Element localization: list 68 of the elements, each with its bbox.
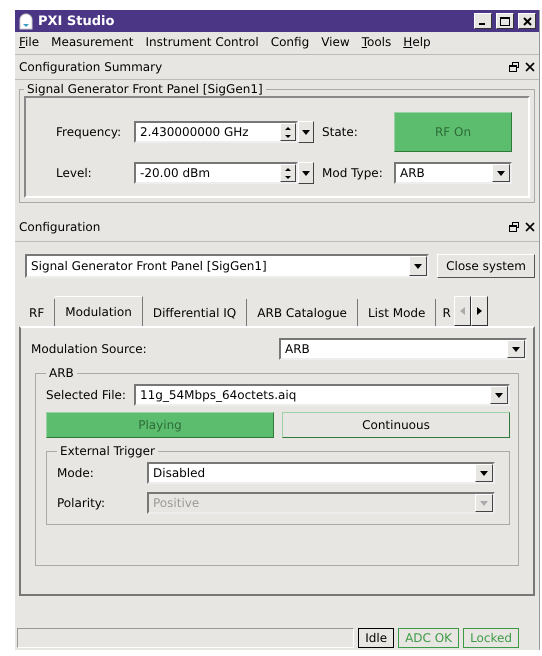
left-arrow-icon <box>460 307 466 315</box>
field-label: Modulation Source: <box>31 342 148 356</box>
scroll-right-button[interactable] <box>471 296 488 326</box>
dropdown-button[interactable] <box>507 340 525 358</box>
dropdown-button[interactable] <box>298 162 314 184</box>
dropdown-field[interactable]: Disabled <box>147 462 495 484</box>
close-icon[interactable] <box>525 222 535 232</box>
group-title: Signal Generator Front Panel [SigGen1] <box>26 82 264 96</box>
maximize-button[interactable] <box>496 13 514 29</box>
field-label: Mode: <box>57 466 95 480</box>
menu-item[interactable]: Help <box>403 35 431 51</box>
up-arrow-icon <box>285 126 291 130</box>
close-icon <box>522 16 532 26</box>
menu-item[interactable]: Tools <box>362 35 392 51</box>
field-label: Frequency: <box>56 125 122 139</box>
status-indicator: ADC OK <box>398 628 460 648</box>
field-label: Mod Type: <box>321 166 384 180</box>
minimize-button[interactable] <box>474 13 492 29</box>
down-arrow-icon <box>285 176 291 178</box>
restore-icon[interactable] <box>509 62 519 72</box>
down-arrow-icon <box>285 134 291 138</box>
caret-icon <box>414 264 422 268</box>
group-title: ARB <box>48 366 75 380</box>
status-indicator: Locked <box>463 628 519 648</box>
right-arrow-icon <box>477 307 482 315</box>
dropdown-button[interactable] <box>492 164 510 182</box>
pane-title: Configuration <box>19 220 102 234</box>
dropdown-button[interactable] <box>475 464 493 482</box>
caret-icon <box>302 130 310 134</box>
group-title: External Trigger <box>59 444 156 458</box>
dropdown-field[interactable]: Signal Generator Front Panel [SigGen1] <box>25 254 430 278</box>
dropdown-button[interactable] <box>298 121 314 143</box>
caret-icon <box>495 392 503 398</box>
caret-icon <box>480 470 488 476</box>
spin-field[interactable]: 2.430000000 GHz <box>134 121 298 143</box>
window-title: PXI Studio <box>38 14 116 28</box>
field-label: Level: <box>56 166 93 180</box>
menu-item[interactable]: View <box>321 35 350 51</box>
close-button[interactable] <box>518 13 536 29</box>
dropdown-field[interactable]: ARB <box>279 338 527 360</box>
field-label: Selected File: <box>46 388 126 402</box>
menu-item[interactable]: Measurement <box>51 35 134 51</box>
dropdown-field[interactable]: ARB <box>394 162 512 184</box>
maximize-icon <box>500 16 510 26</box>
dropdown-button[interactable] <box>409 256 428 276</box>
caret-icon <box>497 170 505 176</box>
caret-icon <box>512 346 520 352</box>
spin-field[interactable]: -20.00 dBm <box>134 162 298 184</box>
status-indicator: Idle <box>358 628 394 648</box>
dropdown-button[interactable] <box>490 386 508 404</box>
up-arrow-icon <box>285 168 291 170</box>
close-system-button[interactable]: Close system <box>437 254 535 278</box>
spin-button[interactable] <box>280 123 296 141</box>
menu-item[interactable]: File <box>19 35 40 51</box>
pane-title: Configuration Summary <box>19 60 164 74</box>
close-icon[interactable] <box>525 62 535 72</box>
caret-icon <box>480 500 488 506</box>
field-label: Polarity: <box>57 496 106 510</box>
caret-icon <box>302 170 310 176</box>
field-label: State: <box>321 125 359 139</box>
toggle-button[interactable]: Continuous <box>282 412 510 438</box>
bell-icon <box>18 12 34 30</box>
tab[interactable]: Modulation <box>55 296 143 326</box>
menu-item[interactable]: Instrument Control <box>145 35 259 51</box>
menu-item[interactable]: Config <box>270 35 310 51</box>
restore-icon[interactable] <box>509 222 519 232</box>
dropdown-field[interactable]: 11g_54Mbps_64octets.aiq <box>134 384 510 406</box>
spin-button[interactable] <box>280 164 296 182</box>
